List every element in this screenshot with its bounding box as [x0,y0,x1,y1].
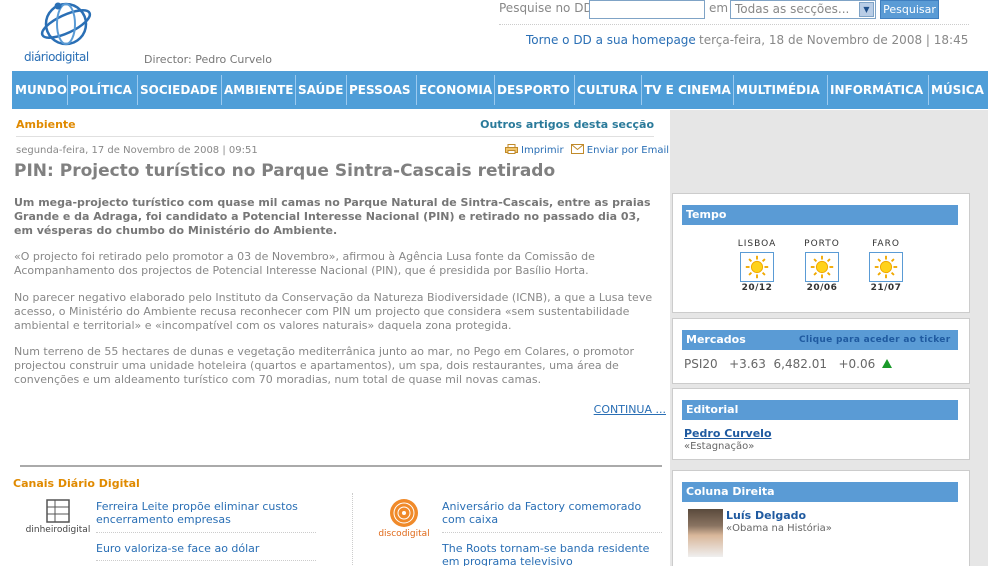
printer-icon[interactable] [505,144,518,154]
nav-politica[interactable]: POLÍTICA [67,71,132,109]
column-author-link[interactable]: Luís Delgado [726,509,806,522]
weather-city-porto: PORTO 20/06 [804,239,840,293]
disco-digital-icon [390,499,418,527]
editorial-title: Editorial [682,400,958,420]
nav-musica[interactable]: MÚSICA [928,71,984,109]
channels-title: Canais Diário Digital [13,477,140,490]
main-navigation: MUNDO POLÍTICA SOCIEDADE AMBIENTE SAÚDE … [12,71,988,109]
weather-box: Tempo LISBOA 20/12 PORTO 20/06 FARO 21/0… [672,193,970,313]
sidebar: Tempo LISBOA 20/12 PORTO 20/06 FARO 21/0… [670,110,988,566]
channel-article-link[interactable]: Ferreira Leite propõe eliminar custos en… [96,500,306,526]
nav-tv-e-cinema[interactable]: TV E CINEMA [641,71,731,109]
sun-icon [740,252,774,282]
article-title: PIN: Projecto turístico no Parque Sintra… [14,161,556,181]
email-link[interactable]: Enviar por Email [587,145,669,156]
header-divider [499,24,969,25]
weather-city-faro: FARO 21/07 [869,239,903,293]
editorial-author-link[interactable]: Pedro Curvelo [684,427,772,440]
site-logo[interactable]: diáriodigital [22,0,112,66]
other-articles-link[interactable]: Outros artigos desta secção [480,118,654,131]
continue-reading-link[interactable]: CONTINUA ... [594,403,666,416]
dinheiro-digital-logo[interactable]: dinheirodigital [18,498,98,535]
channel-article-link[interactable]: Aniversário da Factory comemorado com ca… [442,500,654,526]
nav-ambiente[interactable]: AMBIENTE [221,71,293,109]
chevron-down-icon[interactable]: ▼ [859,2,874,17]
article-paragraph: «O projecto foi retirado pelo promotor a… [14,250,595,277]
nav-sociedade[interactable]: SOCIEDADE [137,71,218,109]
envelope-icon[interactable] [570,144,584,154]
nav-multimedia[interactable]: MULTIMÉDIA [733,71,820,109]
channel-item-divider [442,532,662,533]
search-label: Pesquise no DD [499,1,593,15]
weather-title: Tempo [682,205,958,225]
print-link[interactable]: Imprimir [521,145,564,156]
market-value: 6,482.01 [773,357,827,371]
channel-item-divider [96,532,316,533]
section-select-value: Todas as secções... [735,2,850,16]
disco-digital-logo[interactable]: discodigital [364,498,444,539]
arrow-up-icon [882,359,893,368]
market-ticker: PSI20 +3.63 6,482.01 +0.06 [684,357,893,371]
nav-mundo[interactable]: MUNDO [12,71,67,109]
site-header: diáriodigital Director: Pedro Curvelo Pe… [0,0,988,70]
search-in-label: em [709,1,729,15]
columnist-photo[interactable] [688,509,723,557]
search-button[interactable]: Pesquisar [880,0,939,19]
article-section[interactable]: Ambiente [16,118,76,131]
market-index: PSI20 [684,357,718,371]
markets-title: Mercados [686,333,746,346]
nav-desporto[interactable]: DESPORTO [494,71,570,109]
column-desc: «Obama na História» [726,523,832,534]
channel-column-divider [352,493,353,566]
article-lead: Um mega-projecto turístico com quase mil… [14,196,651,237]
logo-wordmark: diáriodigital [24,50,89,64]
column-title: Coluna Direita [682,482,958,502]
section-select[interactable]: Todas as secções... ▼ [730,0,876,19]
ticker-link[interactable]: Clique para aceder ao ticker [799,330,950,350]
nav-pessoas[interactable]: PESSOAS [346,71,411,109]
editorial-desc: «Estagnação» [684,441,755,452]
market-change-pct: +3.63 [729,357,766,371]
globe-logo-icon [40,2,92,46]
column-box: Coluna Direita Luís Delgado «Obama na Hi… [672,470,970,566]
sun-icon [869,252,903,282]
director-credit: Director: Pedro Curvelo [144,53,272,66]
article-date: segunda-feira, 17 de Novembro de 2008 | … [16,145,258,156]
dinheiro-digital-icon [46,499,70,523]
editorial-box: Editorial Pedro Curvelo «Estagnação» [672,388,970,460]
current-datetime: terça-feira, 18 de Novembro de 2008 | 18… [699,33,969,47]
homepage-link[interactable]: Torne o DD a sua homepage [526,33,696,47]
article-tools: Imprimir Enviar por Email [505,144,669,156]
article-paragraph: No parecer negativo elaborado pelo Insti… [14,291,653,332]
search-input[interactable] [589,0,705,19]
weather-city-lisboa: LISBOA 20/12 [737,239,777,293]
nav-cultura[interactable]: CULTURA [574,71,638,109]
markets-header: Mercados Clique para aceder ao ticker [682,330,958,350]
channel-article-link[interactable]: The Roots tornam-se banda residente em p… [442,542,654,566]
article-paragraph: Num terreno de 55 hectares de dunas e ve… [14,345,635,386]
channel-item-divider [96,560,316,561]
market-change: +0.06 [838,357,876,371]
markets-box: Mercados Clique para aceder ao ticker PS… [672,318,970,384]
sun-icon [805,252,839,282]
nav-saude[interactable]: SAÚDE [295,71,343,109]
nav-economia[interactable]: ECONOMIA [416,71,492,109]
nav-informatica[interactable]: INFORMÁTICA [827,71,923,109]
channels-divider [20,465,662,467]
section-divider [16,136,654,137]
channel-article-link[interactable]: Euro valoriza-se face ao dólar [96,542,316,555]
